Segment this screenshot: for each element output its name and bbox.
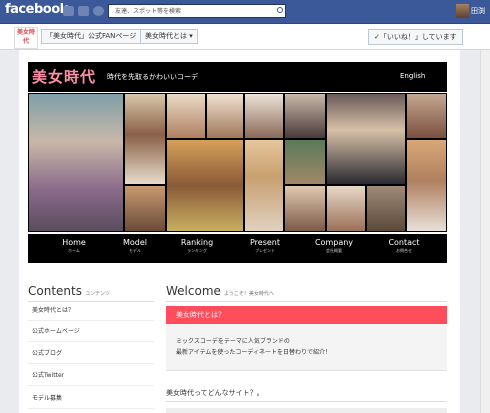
nav-label: Model (122, 238, 148, 247)
sidebar-item-blog[interactable]: 公式ブログ (28, 344, 154, 364)
nav-sublabel: モデル (129, 248, 141, 253)
scrollbar[interactable] (480, 50, 490, 413)
model-photo[interactable] (167, 94, 205, 138)
model-photo[interactable] (327, 94, 405, 184)
nav-item-company[interactable]: Company 会社概要 (299, 238, 369, 254)
search-icon[interactable] (277, 7, 283, 13)
brand-logo[interactable]: 美女時代 (32, 66, 96, 87)
nav-label: Company (314, 238, 354, 247)
main-navigation: Home ホーム Model モデル Ranking ランキング Present… (28, 234, 447, 263)
page-tab-dropdown[interactable]: 美女時代とは ▾ (140, 29, 198, 44)
contents-subtitle: コンテンツ (84, 291, 110, 297)
nav-item-contact[interactable]: Contact お問合せ (369, 238, 439, 254)
model-photo[interactable] (245, 94, 283, 138)
search-input[interactable]: 友達、スポット等を検索 (108, 4, 286, 18)
nav-sublabel: ランキング (187, 248, 207, 253)
like-button[interactable]: ✓「いいね！」しています (368, 29, 463, 45)
welcome-title: Welcome (166, 284, 221, 298)
nav-sublabel: プレゼント (255, 248, 275, 253)
nav-item-home[interactable]: Home ホーム (39, 238, 109, 254)
nav-label: Home (62, 238, 86, 247)
content-strip (166, 408, 447, 413)
model-photo[interactable] (367, 186, 405, 231)
contents-heading: Contents コンテンツ (28, 280, 154, 302)
sidebar-item-about[interactable]: 美女時代とは？ (28, 301, 154, 321)
page-logo[interactable]: 美女時代 (14, 27, 38, 49)
nav-item-ranking[interactable]: Ranking ランキング (162, 238, 232, 254)
model-photo[interactable] (29, 94, 123, 231)
description-box: ミックスコーデをテーマに人気ブランドの 最新アイテムを使ったコーディネートを日替… (166, 324, 447, 371)
page-title-button[interactable]: 「美女時代」公式FANページ (41, 29, 142, 44)
nav-sublabel: 会社概要 (326, 248, 342, 253)
nav-label: Ranking (180, 238, 214, 247)
model-photo[interactable] (207, 94, 243, 138)
contents-title: Contents (28, 284, 82, 298)
description-line: ミックスコーデをテーマに人気ブランドの (176, 338, 290, 345)
facebook-logo[interactable]: facebook (5, 2, 68, 17)
messages-icon[interactable] (78, 6, 89, 16)
model-photo[interactable] (285, 94, 325, 138)
notifications-icon[interactable] (93, 6, 104, 16)
welcome-heading: Welcome ようこそ！美女時代へ (166, 280, 447, 302)
site-banner: 美女時代 時代を先取るかわいいコーデ English (28, 62, 447, 92)
nav-sublabel: お問合せ (396, 248, 412, 253)
model-photo[interactable] (327, 186, 365, 231)
model-photo[interactable] (167, 140, 243, 231)
nav-item-present[interactable]: Present プレゼント (230, 238, 300, 254)
nav-label: Contact (388, 238, 420, 247)
section-heading-bar: 美女時代とは？ (166, 306, 447, 324)
model-photo[interactable] (407, 94, 446, 138)
facebook-top-bar: facebook 友達、スポット等を検索 田渕 (0, 0, 490, 24)
model-photo[interactable] (285, 140, 325, 184)
welcome-subtitle: ようこそ！美女時代へ (223, 291, 274, 297)
nav-label: Present (249, 238, 280, 247)
user-name-link[interactable]: 田渕 (471, 6, 485, 16)
model-photo-collage (28, 93, 447, 232)
model-photo[interactable] (245, 140, 283, 231)
tagline: 時代を先取るかわいいコーデ (107, 73, 198, 81)
model-photo[interactable] (407, 140, 446, 231)
sidebar-item-twitter[interactable]: 公式Twitter (28, 366, 154, 386)
page-header: 美女時代 「美女時代」公式FANページ 美女時代とは ▾ ✓「いいね！」していま… (0, 24, 490, 50)
site-question-heading: 美女時代ってどんなサイト？。 (166, 388, 447, 402)
nav-item-model[interactable]: Model モデル (100, 238, 170, 254)
friend-requests-icon[interactable] (63, 6, 74, 16)
avatar[interactable] (456, 4, 469, 18)
nav-sublabel: ホーム (68, 248, 80, 253)
model-photo[interactable] (125, 186, 165, 231)
model-photo[interactable] (125, 94, 165, 184)
sidebar-item-homepage[interactable]: 公式ホームページ (28, 322, 154, 342)
sidebar-item-model-recruit[interactable]: モデル募集 (28, 389, 154, 409)
description-line: 最新アイテムを使ったコーディネートを日替わりで紹介！ (176, 349, 331, 356)
model-photo[interactable] (285, 186, 325, 231)
english-link[interactable]: English (400, 72, 425, 80)
